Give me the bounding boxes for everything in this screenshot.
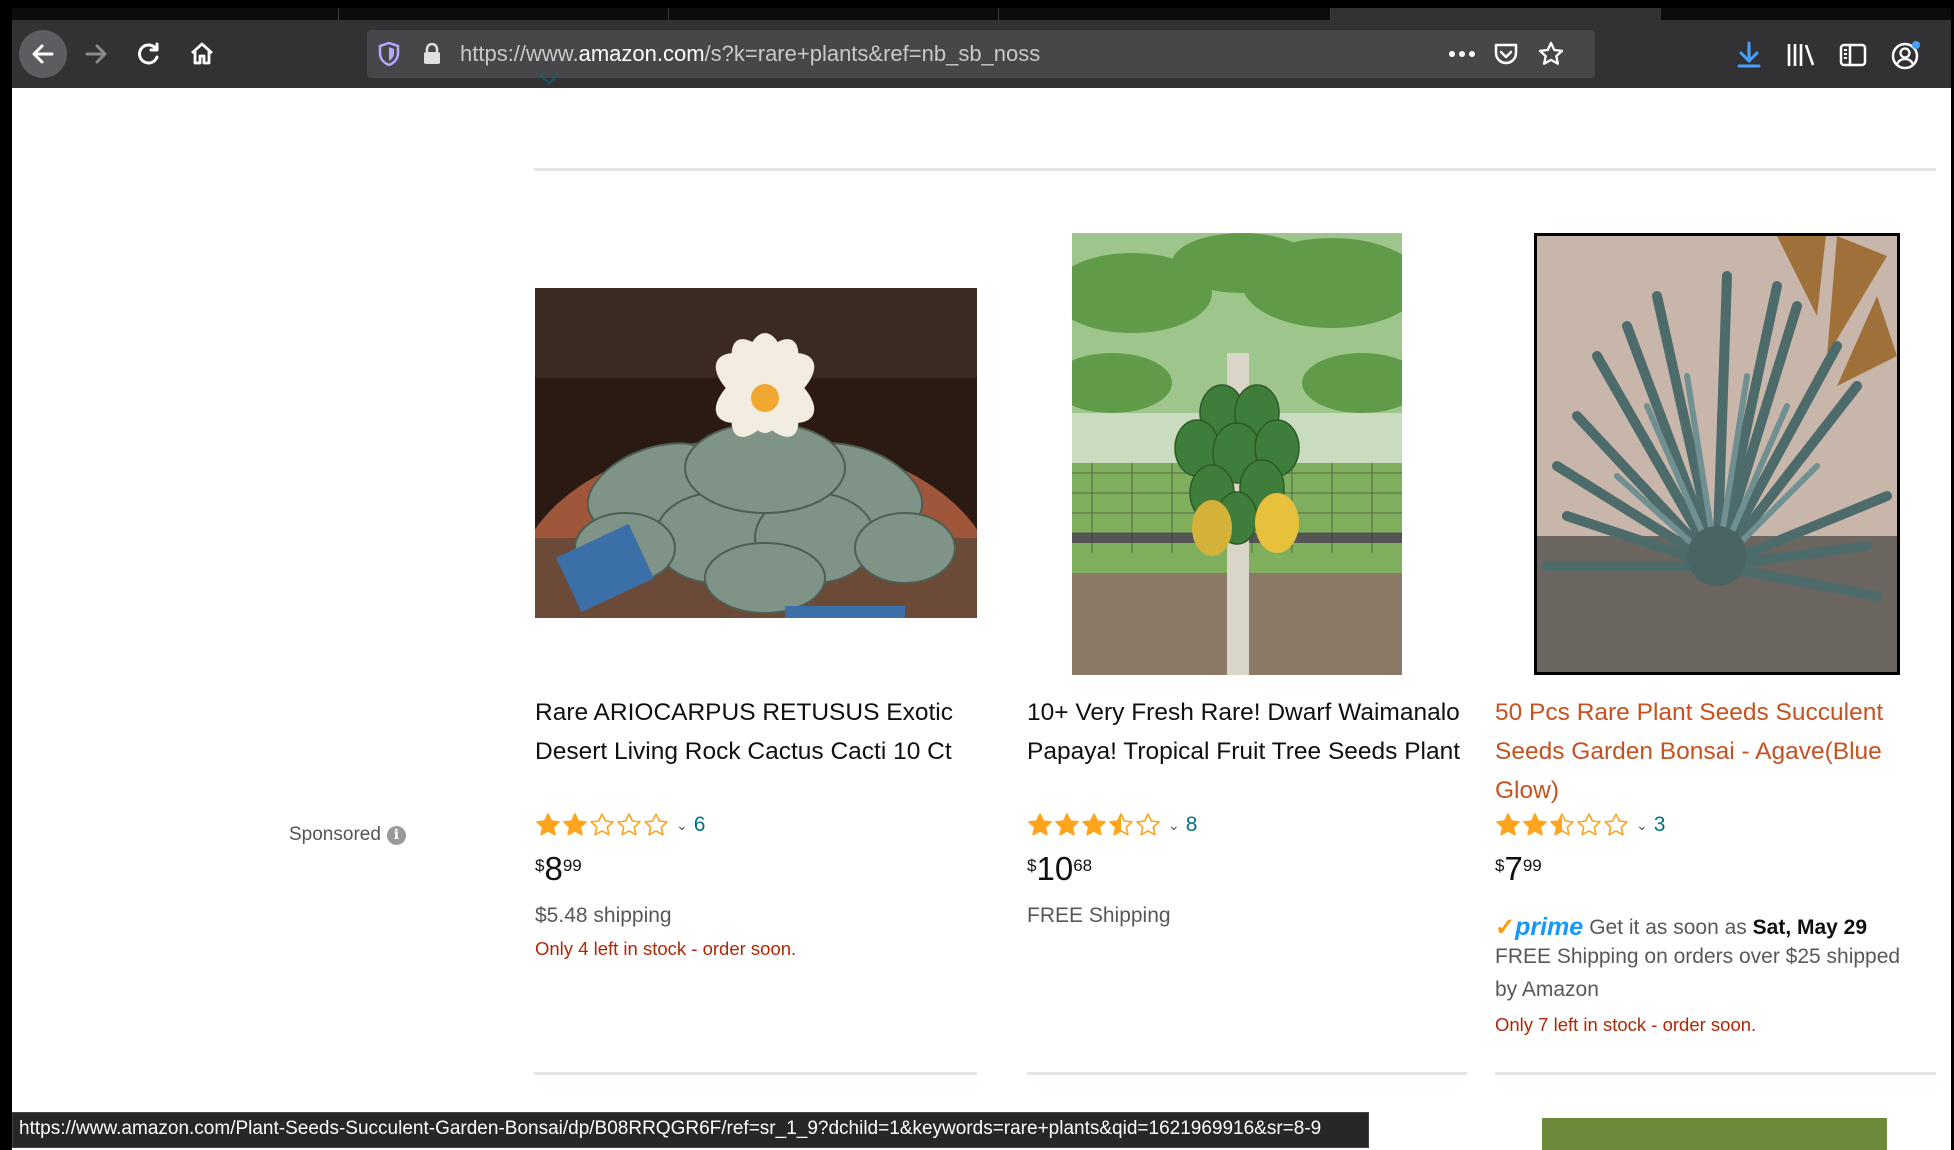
star-rating[interactable]: ⌄ 3: [1495, 810, 1665, 840]
star-icon: [617, 813, 641, 836]
info-icon[interactable]: i: [386, 825, 406, 845]
shipping-info-line2: by Amazon: [1495, 978, 1599, 1001]
review-count[interactable]: 6: [694, 813, 706, 837]
product-image-papaya[interactable]: [1072, 233, 1402, 675]
price-fraction: 99: [562, 856, 582, 875]
price[interactable]: $899: [535, 850, 582, 888]
reload-button[interactable]: [125, 30, 173, 78]
star-icon: [536, 813, 560, 836]
product-image-cactus[interactable]: [535, 288, 977, 618]
status-bar-link-preview: https://www.amazon.com/Plant-Seeds-Succu…: [12, 1112, 1369, 1148]
star-icon: [1109, 813, 1133, 836]
product-title[interactable]: 10+ Very Fresh Rare! Dwarf Waimanalo Pap…: [1027, 693, 1467, 771]
reload-icon: [138, 42, 159, 65]
star-rating[interactable]: ⌄ 6: [535, 810, 705, 840]
library-icon[interactable]: [1785, 40, 1817, 70]
browser-tab-active[interactable]: [1330, 8, 1661, 20]
bookmark-star-icon[interactable]: [1537, 40, 1565, 68]
star-icon: [1082, 813, 1106, 836]
price-symbol: $: [535, 856, 545, 875]
stock-warning: Only 7 left in stock - order soon.: [1495, 1014, 1757, 1035]
browser-tab[interactable]: [998, 8, 1263, 20]
navigation-toolbar: https://www.amazon.com/s?k=rare+plants&r…: [12, 20, 1951, 88]
tracking-protection-shield-icon[interactable]: [377, 42, 401, 66]
star-icon: [1055, 813, 1079, 836]
back-button[interactable]: [19, 30, 67, 78]
price[interactable]: $1068: [1027, 850, 1092, 888]
price[interactable]: $799: [1495, 850, 1542, 888]
star-icon: [1496, 813, 1520, 836]
forward-button[interactable]: [72, 30, 120, 78]
review-count[interactable]: 3: [1654, 813, 1666, 837]
price-symbol: $: [1027, 856, 1037, 875]
product-image-partial[interactable]: [1542, 1118, 1887, 1150]
product-title[interactable]: Rare ARIOCARPUS RETUSUS Exotic Desert Li…: [535, 693, 985, 771]
star-icon: [644, 813, 668, 836]
price-whole: 7: [1504, 850, 1523, 887]
price-whole: 8: [544, 850, 563, 887]
prime-check-icon: ✓: [1495, 914, 1516, 941]
search-results-area: Sponsored i Rare ARIOCARPUS RETUSUS Exot…: [12, 65, 1951, 1150]
product-image-agave[interactable]: [1534, 233, 1900, 675]
star-icon: [1523, 813, 1547, 836]
browser-tab[interactable]: [338, 8, 603, 20]
browser-window: https://www.amazon.com/s?k=rare+plants&r…: [12, 8, 1951, 1150]
shipping-info: $5.48 shipping: [535, 904, 672, 927]
home-icon: [191, 42, 213, 65]
chevron-down-icon[interactable]: ⌄: [676, 817, 688, 834]
sponsored-text: Sponsored: [289, 824, 381, 845]
product-title[interactable]: 50 Pcs Rare Plant Seeds Succulent Seeds …: [1495, 693, 1945, 810]
shipping-info: FREE Shipping on orders over $25 shipped: [1495, 945, 1901, 968]
divider: [1027, 1072, 1467, 1075]
page-actions-menu-icon[interactable]: [1447, 42, 1477, 66]
divider: [534, 1072, 977, 1075]
account-avatar-icon[interactable]: [1889, 38, 1923, 72]
status-url-text: https://www.amazon.com/Plant-Seeds-Succu…: [19, 1118, 1322, 1139]
review-count[interactable]: 8: [1186, 813, 1198, 837]
home-button[interactable]: [178, 30, 226, 78]
chevron-down-icon[interactable]: ⌄: [1636, 817, 1648, 834]
pocket-icon[interactable]: [1492, 41, 1520, 67]
price-fraction: 99: [1522, 856, 1542, 875]
delivery-date: Sat, May 29: [1752, 915, 1868, 939]
prime-delivery: ✓ prime Get it as soon as Sat, May 29: [1495, 913, 1867, 942]
tab-strip: [12, 8, 1951, 20]
delivery-prefix: Get it as soon as: [1589, 915, 1747, 939]
forward-arrow-icon: [85, 44, 107, 64]
shipping-info: FREE Shipping: [1027, 904, 1171, 927]
star-icon: [590, 813, 614, 836]
star-icon: [1028, 813, 1052, 836]
browser-tab[interactable]: [668, 8, 933, 20]
divider: [534, 168, 1936, 171]
star-rating[interactable]: ⌄ 8: [1027, 810, 1197, 840]
star-icon: [1550, 813, 1574, 836]
divider: [1495, 1072, 1936, 1075]
lock-icon[interactable]: [422, 42, 442, 66]
price-fraction: 68: [1073, 856, 1093, 875]
downloads-icon[interactable]: [1734, 40, 1764, 70]
price-whole: 10: [1036, 850, 1074, 887]
sidebar-toggle-icon[interactable]: [1837, 40, 1869, 70]
prime-logo: prime: [1515, 913, 1584, 941]
star-icon: [1136, 813, 1160, 836]
price-symbol: $: [1495, 856, 1505, 875]
stock-warning: Only 4 left in stock - order soon.: [535, 938, 797, 959]
star-icon: [1604, 813, 1628, 836]
sponsored-label[interactable]: Sponsored i: [289, 824, 406, 846]
chevron-down-icon[interactable]: ⌄: [1168, 817, 1180, 834]
star-icon: [1577, 813, 1601, 836]
back-arrow-icon: [32, 44, 54, 64]
star-icon: [563, 813, 587, 836]
